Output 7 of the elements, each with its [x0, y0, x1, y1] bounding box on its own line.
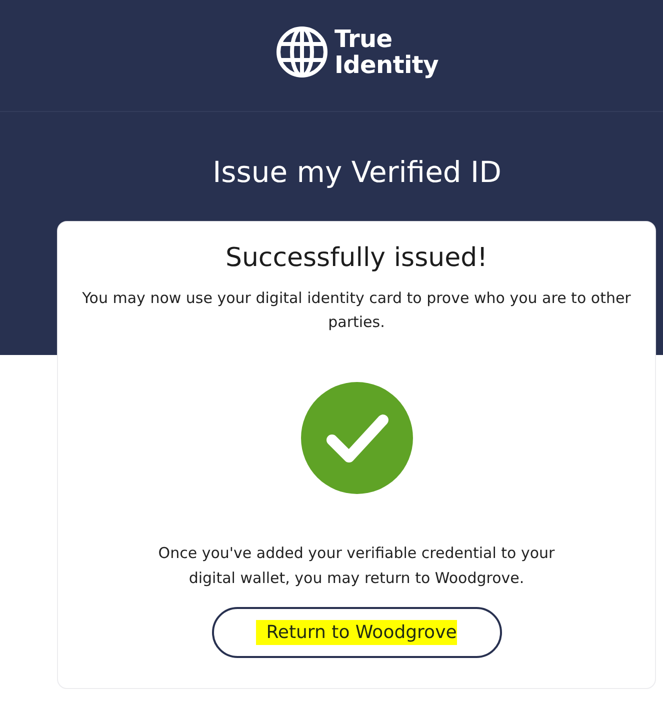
page-title: Issue my Verified ID [212, 154, 502, 191]
brand-name: True Identity [334, 26, 438, 78]
globe-icon [276, 26, 328, 78]
return-note: Once you've added your verifiable credential to your digital wallet, you may return to Woodgrove. [157, 543, 556, 589]
success-message: You may now use your digital identity card to prove who you are to other parties. [81, 288, 632, 333]
card-title: Successfully issued! [225, 242, 488, 275]
return-button[interactable]: Return to Woodgrove [212, 607, 502, 658]
